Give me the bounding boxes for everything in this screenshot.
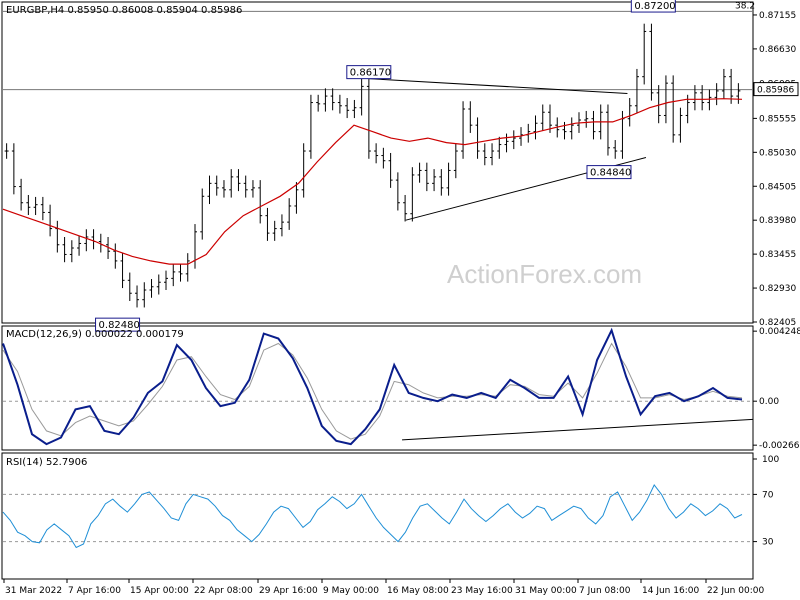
- price-tick-label-0: 0.87155: [759, 11, 796, 21]
- price-tick-label-1: 0.86630: [759, 45, 796, 55]
- time-tick-label-9: 7 Jun 08:00: [579, 586, 631, 596]
- symbol-ohlc-label: EURGBP,H4 0.85950 0.86008 0.85904 0.8598…: [6, 5, 242, 16]
- price-annotation-3: 0.87200: [634, 1, 675, 12]
- price-tick-label-5: 0.84505: [759, 182, 796, 192]
- rsi-tick-label-0: 100: [762, 455, 779, 465]
- rsi-tick-label-1: 70: [762, 490, 774, 500]
- time-tick-label-8: 31 May 00:00: [515, 586, 577, 596]
- price-tick-label-7: 0.83455: [759, 250, 796, 260]
- time-tick-label-2: 15 Apr 00:00: [130, 586, 189, 596]
- macd-tick-label-0: 0.004248: [759, 327, 800, 337]
- time-tick-label-7: 23 May 16:00: [451, 586, 513, 596]
- time-tick-label-1: 7 Apr 16:00: [68, 586, 121, 596]
- time-tick-label-4: 29 Apr 16:00: [259, 586, 318, 596]
- price-tick-label-6: 0.83980: [759, 216, 796, 226]
- price-tick-label-8: 0.82930: [759, 284, 796, 294]
- time-tick-label-5: 9 May 00:00: [323, 586, 379, 596]
- fib-label: 38.2: [735, 1, 755, 11]
- price-tick-label-3: 0.85555: [759, 114, 796, 124]
- chart-root: ActionForex.com 38.20.861700.824800.8484…: [0, 0, 800, 600]
- macd-tick-label-1: 0.00: [759, 397, 779, 407]
- time-tick-label-6: 16 May 08:00: [387, 586, 449, 596]
- current-price-label: 0.85986: [757, 86, 794, 96]
- time-tick-label-3: 22 Apr 08:00: [194, 586, 253, 596]
- time-tick-label-11: 22 Jun 00:00: [707, 586, 764, 596]
- price-annotation-2: 0.84840: [590, 168, 631, 179]
- macd-tick-label-2: -0.002667: [759, 441, 800, 451]
- macd-label: MACD(12,26,9) 0.000022 0.000179: [6, 329, 184, 340]
- time-tick-label-10: 14 Jun 16:00: [642, 586, 699, 596]
- watermark: ActionForex.com: [447, 259, 642, 289]
- price-annotation-0: 0.86170: [350, 68, 391, 79]
- price-tick-label-4: 0.85030: [759, 148, 796, 158]
- time-tick-label-0: 31 Mar 2022: [5, 586, 62, 596]
- rsi-label: RSI(14) 52.7906: [6, 457, 87, 468]
- rsi-tick-label-2: 30: [762, 538, 774, 548]
